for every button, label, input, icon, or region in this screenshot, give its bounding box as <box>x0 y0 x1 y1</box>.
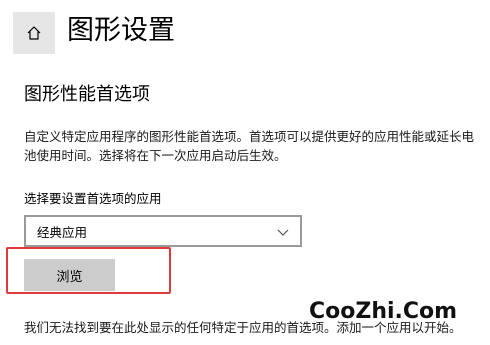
section-title: 图形性能首选项 <box>24 84 150 105</box>
chevron-down-icon <box>276 224 290 238</box>
watermark: CooZhi.Com <box>309 299 458 324</box>
app-select-label: 选择要设置首选项的应用 <box>24 191 162 206</box>
browse-button[interactable]: 浏览 <box>24 259 115 291</box>
page-title: 图形设置 <box>67 15 175 46</box>
app-type-dropdown[interactable]: 经典应用 <box>24 215 302 247</box>
app-type-selected-value: 经典应用 <box>37 224 88 240</box>
section-description: 自定义特定应用程序的图形性能首选项。首选项可以提供更好的应用性能或延长电池使用时… <box>24 129 475 163</box>
home-icon <box>26 25 42 41</box>
home-button[interactable] <box>13 12 55 54</box>
